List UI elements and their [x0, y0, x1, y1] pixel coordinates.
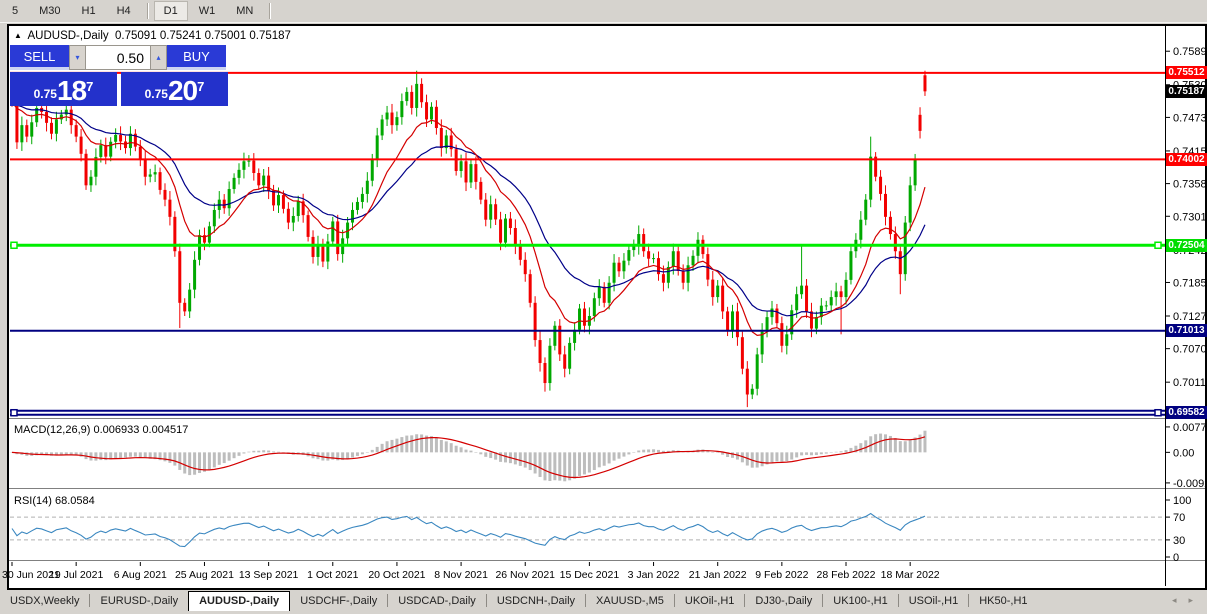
- symbol-tab-usdchf-daily[interactable]: USDCHF-,Daily: [290, 592, 387, 611]
- volume-decrease-button[interactable]: ▾: [69, 45, 86, 70]
- timeframe-toolbar: 5 M30 H1 H4 D1 W1 MN: [0, 0, 1207, 23]
- volume-increase-button[interactable]: ▴: [150, 45, 167, 70]
- buy-button[interactable]: BUY: [167, 45, 226, 70]
- price-badge: 0.69582: [1166, 406, 1207, 420]
- timeframe-button-d1[interactable]: D1: [153, 1, 188, 21]
- volume-input[interactable]: [86, 45, 150, 70]
- macd-label: MACD(12,26,9) 0.006933 0.004517: [14, 424, 189, 436]
- symbol-tab-eurusd-daily[interactable]: EURUSD-,Daily: [90, 592, 188, 611]
- quote-open: 0.75091: [115, 30, 157, 42]
- buy-price-big: 20: [167, 75, 198, 106]
- toolbar-separator: [269, 3, 272, 19]
- timeframe-button-h4[interactable]: H4: [107, 1, 141, 21]
- quote-close: 0.75187: [249, 30, 291, 42]
- timeframe-button-m30[interactable]: M30: [29, 1, 70, 21]
- symbol-tab-uk100-h1[interactable]: UK100-,H1: [823, 592, 897, 611]
- timeframe-button-5[interactable]: 5: [2, 1, 28, 21]
- one-click-trade-panel: SELL ▾ ▴ BUY 0.75 18 7 0.75 20 7: [10, 45, 228, 106]
- price-badge: 0.74002: [1166, 152, 1207, 166]
- symbol-tab-audusd-daily[interactable]: AUDUSD-,Daily: [188, 591, 291, 611]
- tab-scroll-left-icon[interactable]: ◂: [1166, 595, 1183, 606]
- quote-high: 0.75241: [159, 30, 202, 42]
- sell-price-small: 0.75: [33, 87, 57, 101]
- buy-price-box[interactable]: 0.75 20 7: [121, 72, 228, 106]
- chart-title: ▲ AUDUSD-,Daily 0.75091 0.75241 0.75001 …: [14, 30, 291, 42]
- symbol-tab-hk50-h1[interactable]: HK50-,H1: [969, 592, 1037, 611]
- price-badge: 0.72504: [1166, 238, 1207, 252]
- tab-scroll-right-icon[interactable]: ▸: [1182, 595, 1199, 606]
- symbol-tab-xauusd-m5[interactable]: XAUUSD-,M5: [586, 592, 674, 611]
- symbol-tab-bar: USDX,Weekly EURUSD-,Daily AUDUSD-,Daily USD…: [0, 590, 1207, 611]
- price-badge: 0.75187: [1166, 85, 1207, 98]
- symbol-tab-usdcad-daily[interactable]: USDCAD-,Daily: [388, 592, 486, 611]
- toolbar-separator: [146, 3, 149, 19]
- timeframe-button-mn[interactable]: MN: [226, 1, 263, 21]
- timeframe-button-h1[interactable]: H1: [72, 1, 106, 21]
- timeframe-button-w1[interactable]: W1: [189, 1, 226, 21]
- tab-scroll-arrows: ◂ ▸: [1166, 590, 1207, 611]
- macd-value-signal: 0.004517: [142, 424, 189, 436]
- buy-price-sup: 7: [197, 79, 205, 94]
- rsi-label: RSI(14) 68.0584: [14, 495, 95, 507]
- symbol-tab-usdcnh-daily[interactable]: USDCNH-,Daily: [487, 592, 585, 611]
- symbol-tab-usoil-h1[interactable]: USOil-,H1: [899, 592, 969, 611]
- chart-title-symbol: AUDUSD-,Daily: [27, 30, 109, 42]
- sell-button[interactable]: SELL: [10, 45, 69, 70]
- quote-low: 0.75001: [204, 30, 247, 42]
- rsi-value: 68.0584: [54, 495, 95, 507]
- chart-window[interactable]: [7, 24, 1207, 590]
- price-badge: 0.71013: [1166, 324, 1207, 338]
- price-badge: 0.75512: [1166, 66, 1207, 80]
- symbol-marker-icon: ▲: [14, 31, 22, 40]
- symbol-tab-dj30-daily[interactable]: DJ30-,Daily: [745, 592, 822, 611]
- sell-price-sup: 7: [86, 79, 94, 94]
- sell-price-big: 18: [56, 75, 87, 106]
- symbol-tab-usdx-weekly[interactable]: USDX,Weekly: [0, 592, 89, 611]
- symbol-tab-ukoil-h1[interactable]: UKOil-,H1: [675, 592, 745, 611]
- macd-value-main: 0.006933: [93, 424, 140, 436]
- sell-price-box[interactable]: 0.75 18 7: [10, 72, 117, 106]
- buy-price-small: 0.75: [144, 87, 168, 101]
